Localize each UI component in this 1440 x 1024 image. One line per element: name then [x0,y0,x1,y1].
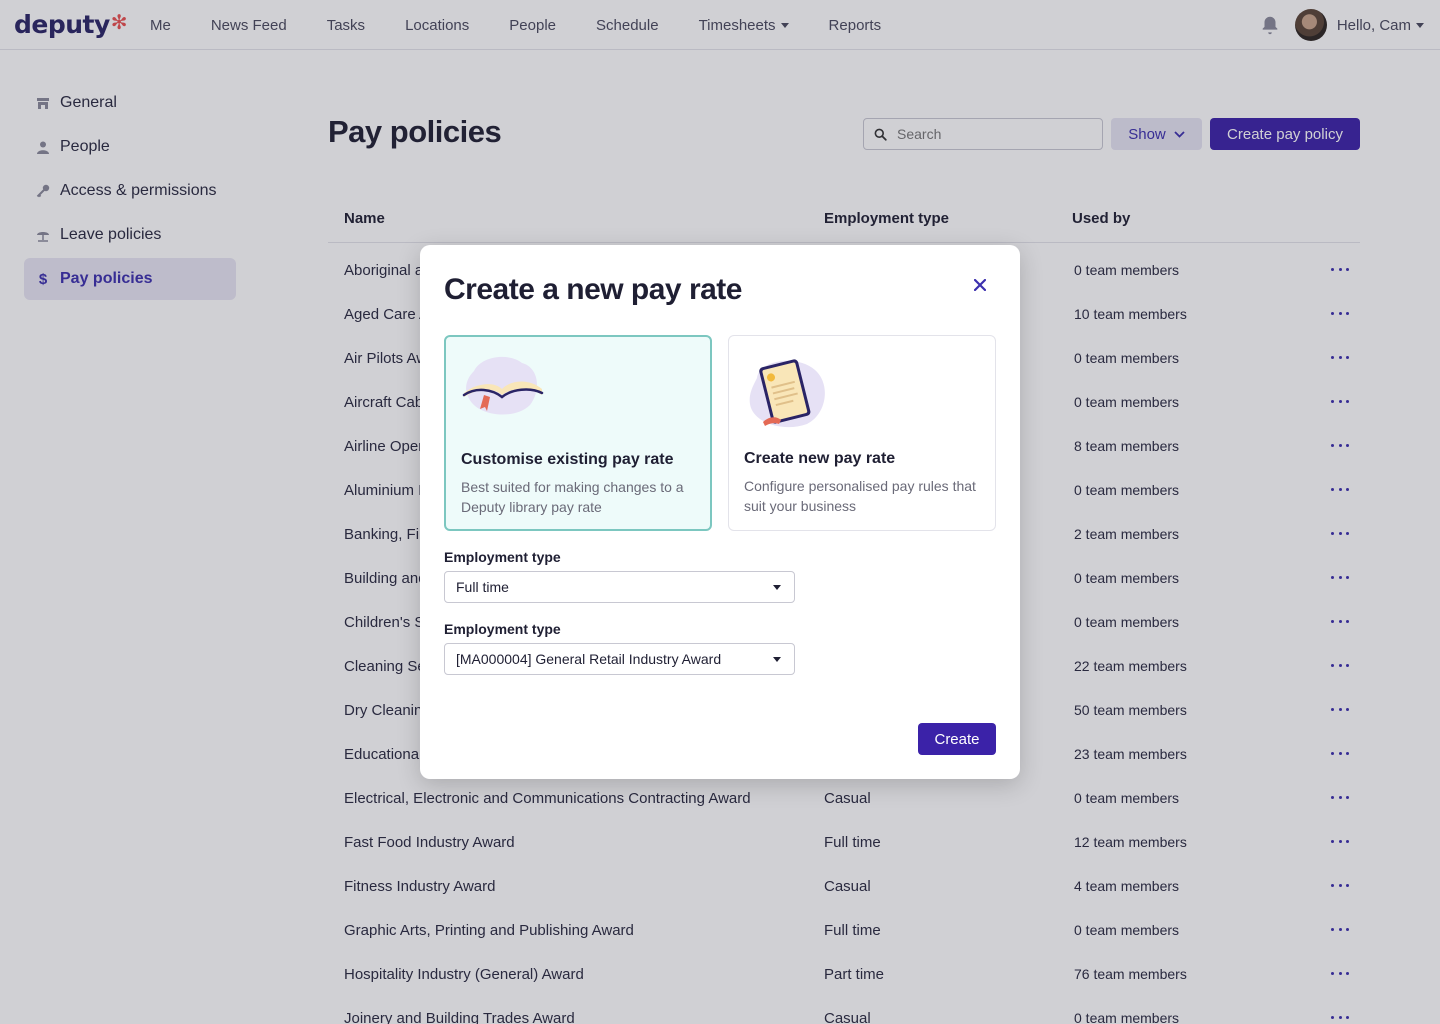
create-pay-rate-modal: Create a new pay rate Customise existing… [420,245,1020,779]
close-icon[interactable] [970,275,990,295]
option-description: Configure personalised pay rules that su… [744,478,976,514]
modal-title: Create a new pay rate [444,273,742,306]
option-description: Best suited for making changes to a Depu… [461,479,684,515]
tablet-document-icon [749,359,825,428]
option-title: Customise existing pay rate [461,451,674,468]
customise-existing-option[interactable]: Customise existing pay rate Best suited … [444,335,712,531]
caret-down-icon [773,657,781,662]
create-button[interactable]: Create [918,723,996,755]
select-value: [MA000004] General Retail Industry Award [456,651,722,667]
select-value: Full time [456,579,509,595]
caret-down-icon [773,585,781,590]
open-book-icon [462,356,544,415]
employment-type-label: Employment type [444,549,561,565]
award-type-label: Employment type [444,621,561,637]
employment-type-select[interactable]: Full time [444,571,795,603]
option-title: Create new pay rate [744,450,896,467]
award-select[interactable]: [MA000004] General Retail Industry Award [444,643,795,675]
create-new-option[interactable]: Create new pay rate Configure personalis… [728,335,996,531]
